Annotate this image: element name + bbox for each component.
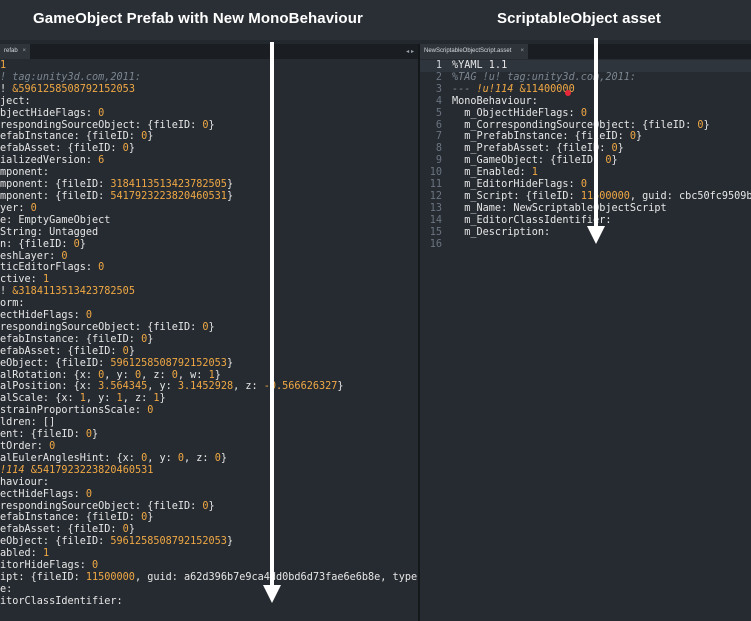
code-line: haviour: bbox=[0, 476, 50, 488]
code-line: ject: bbox=[0, 95, 31, 107]
code-line: itorHideFlags: 0 bbox=[0, 560, 99, 572]
arrow-line-left bbox=[270, 42, 274, 587]
tab-scriptable-asset-label: NewScriptableObjectScript.asset bbox=[424, 48, 512, 54]
line-number: 2 bbox=[435, 71, 442, 83]
line-number: 16 bbox=[429, 238, 442, 250]
code-line: 14 m_EditorClassIdentifier: bbox=[420, 215, 751, 227]
code-line: efabAsset: {fileID: 0} bbox=[0, 524, 135, 536]
code-line: ldren: [] bbox=[0, 417, 56, 429]
code-line: 11 m_EditorHideFlags: 0 bbox=[420, 179, 751, 191]
cursor-dot-icon bbox=[565, 90, 571, 96]
tab-nav-arrows-icon[interactable]: ◂ ▸ bbox=[406, 44, 414, 59]
code-line: String: Untagged bbox=[0, 226, 99, 238]
code-line: mponent: bbox=[0, 167, 50, 179]
code-line: ectHideFlags: 0 bbox=[0, 310, 93, 322]
close-icon[interactable]: × bbox=[22, 44, 26, 59]
line-number: 1 bbox=[435, 60, 442, 71]
left-editor-pane[interactable]: 1! tag:unity3d.com,2011:! &5961258508792… bbox=[0, 59, 418, 621]
code-line: ! &5961258508792152053 bbox=[0, 83, 135, 95]
code-line: e: bbox=[0, 583, 13, 595]
code-line: efabInstance: {fileID: 0} bbox=[0, 131, 154, 143]
code-line: orm: bbox=[0, 298, 25, 310]
code-line: 12 m_Script: {fileID: 11500000, guid: cb… bbox=[420, 191, 751, 203]
code-line: 8 m_PrefabAsset: {fileID: 0} bbox=[420, 143, 751, 155]
code-line: alRotation: {x: 0, y: 0, z: 0, w: 1} bbox=[0, 369, 221, 381]
line-number: 8 bbox=[435, 143, 442, 155]
code-line: abled: 1 bbox=[0, 548, 50, 560]
right-editor-pane[interactable]: 1 %YAML 1.1 2 %TAG !u! tag:unity3d.com,2011… bbox=[420, 59, 751, 621]
tab-scriptable-asset[interactable]: NewScriptableObjectScript.asset × bbox=[420, 44, 528, 59]
code-line: alPosition: {x: 3.564345, y: 3.1452928, … bbox=[0, 381, 344, 393]
arrow-down-icon bbox=[587, 226, 605, 244]
code-line: eObject: {fileID: 5961258508792152053} bbox=[0, 536, 234, 548]
code-line: ! tag:unity3d.com,2011: bbox=[0, 71, 142, 83]
code-line: itorClassIdentifier: bbox=[0, 595, 123, 607]
code-line: 15 m_Description: bbox=[420, 227, 751, 239]
code-line: respondingSourceObject: {fileID: 0} bbox=[0, 500, 215, 512]
line-number: 11 bbox=[429, 179, 442, 191]
line-number: 3 bbox=[435, 83, 442, 95]
line-number: 4 bbox=[435, 95, 442, 107]
line-number: 6 bbox=[435, 119, 442, 131]
left-tab-bar: refab × ◂ ▸ bbox=[0, 44, 418, 59]
line-number: 5 bbox=[435, 107, 442, 119]
code-line: efabAsset: {fileID: 0} bbox=[0, 345, 135, 357]
code-line: respondingSourceObject: {fileID: 0} bbox=[0, 321, 215, 333]
code-line: bjectHideFlags: 0 bbox=[0, 107, 105, 119]
code-line: 4 MonoBehaviour: bbox=[420, 96, 751, 108]
code-line: ializedVersion: 6 bbox=[0, 155, 105, 167]
line-number: 15 bbox=[429, 226, 442, 238]
code-line: ipt: {fileID: 11500000, guid: a62d396b7e… bbox=[0, 571, 418, 583]
code-line: 10 m_Enabled: 1 bbox=[420, 167, 751, 179]
code-line: yer: 0 bbox=[0, 202, 37, 214]
code-line: 1 bbox=[0, 60, 7, 71]
code-line: 5 m_ObjectHideFlags: 0 bbox=[420, 108, 751, 120]
line-number: 13 bbox=[429, 202, 442, 214]
code-line: 7 m_PrefabInstance: {fileID: 0} bbox=[420, 131, 751, 143]
code-line: ectHideFlags: 0 bbox=[0, 488, 93, 500]
arrow-line-right bbox=[594, 38, 598, 228]
close-icon[interactable]: × bbox=[520, 44, 524, 59]
code-line: efabInstance: {fileID: 0} bbox=[0, 333, 154, 345]
code-line: eshLayer: 0 bbox=[0, 250, 68, 262]
line-number: 14 bbox=[429, 214, 442, 226]
code-line: respondingSourceObject: {fileID: 0} bbox=[0, 119, 215, 131]
caption-prefab: GameObject Prefab with New MonoBehaviour bbox=[33, 10, 363, 27]
code-line: !114 &5417923223820460531 bbox=[0, 464, 154, 476]
right-code-view[interactable]: 1 %YAML 1.1 2 %TAG !u! tag:unity3d.com,2011… bbox=[420, 60, 751, 251]
code-line: efabAsset: {fileID: 0} bbox=[0, 143, 135, 155]
line-number: 12 bbox=[429, 190, 442, 202]
code-line: 16 bbox=[420, 239, 751, 251]
line-number: 10 bbox=[429, 167, 442, 179]
code-line: e: EmptyGameObject bbox=[0, 214, 111, 226]
tab-prefab-label: refab bbox=[4, 48, 18, 54]
code-line: strainProportionsScale: 0 bbox=[0, 405, 154, 417]
code-line: 13 m_Name: NewScriptableObjectScript bbox=[420, 203, 751, 215]
code-line: 6 m_CorrespondingSourceObject: {fileID: … bbox=[420, 120, 751, 132]
arrow-down-icon bbox=[263, 585, 281, 603]
code-line: 1 %YAML 1.1 bbox=[420, 60, 751, 72]
left-code-view[interactable]: 1! tag:unity3d.com,2011:! &5961258508792… bbox=[0, 60, 418, 608]
code-line: 9 m_GameObject: {fileID: 0} bbox=[420, 155, 751, 167]
code-line: ! &3184113513423782505 bbox=[0, 286, 135, 298]
code-line: efabInstance: {fileID: 0} bbox=[0, 512, 154, 524]
code-line: n: {fileID: 0} bbox=[0, 238, 86, 250]
line-number: 9 bbox=[435, 155, 442, 167]
line-number: 7 bbox=[435, 131, 442, 143]
code-line: mponent: {fileID: 5417923223820460531} bbox=[0, 190, 234, 202]
code-line: ticEditorFlags: 0 bbox=[0, 262, 105, 274]
code-line: 3 --- !u!114 &11400000 bbox=[420, 84, 751, 96]
code-line: mponent: {fileID: 3184113513423782505} bbox=[0, 179, 234, 191]
code-line: alScale: {x: 1, y: 1, z: 1} bbox=[0, 393, 166, 405]
code-line: tOrder: 0 bbox=[0, 441, 56, 452]
code-line: alEulerAnglesHint: {x: 0, y: 0, z: 0} bbox=[0, 452, 227, 464]
code-line: ctive: 1 bbox=[0, 274, 50, 286]
code-line: 2 %TAG !u! tag:unity3d.com,2011: bbox=[420, 72, 751, 84]
caption-scriptable-object: ScriptableObject asset bbox=[497, 10, 661, 27]
code-line: ent: {fileID: 0} bbox=[0, 429, 99, 441]
code-line: eObject: {fileID: 5961258508792152053} bbox=[0, 357, 234, 369]
right-tab-bar: NewScriptableObjectScript.asset × bbox=[420, 44, 751, 59]
tab-prefab[interactable]: refab × bbox=[0, 44, 30, 59]
